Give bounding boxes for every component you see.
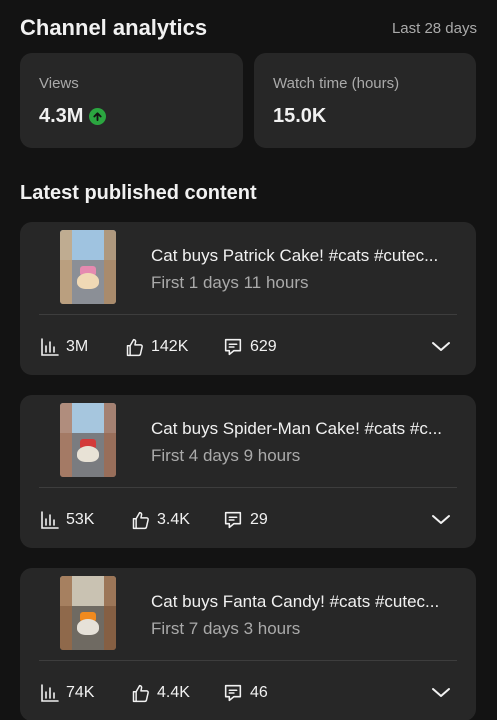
video-title[interactable]: Cat buys Fanta Candy! #cats #cutec... bbox=[151, 592, 461, 612]
views-count: 3M bbox=[66, 338, 89, 355]
video-card[interactable]: Cat buys Spider-Man Cake! #cats #c... Fi… bbox=[20, 395, 476, 548]
likes-metric: 142K bbox=[124, 336, 188, 358]
comment-icon bbox=[222, 509, 244, 531]
watch-time-value-row: 15.0K bbox=[273, 105, 326, 128]
video-thumbnail[interactable] bbox=[60, 230, 116, 304]
comments-count: 629 bbox=[250, 338, 277, 355]
likes-metric: 4.4K bbox=[130, 682, 190, 704]
watch-time-card[interactable]: Watch time (hours) 15.0K bbox=[254, 53, 476, 148]
chevron-down-icon[interactable] bbox=[430, 684, 452, 707]
comment-icon bbox=[222, 682, 244, 704]
date-range-label[interactable]: Last 28 days bbox=[392, 20, 477, 37]
video-age: First 7 days 3 hours bbox=[151, 619, 301, 638]
page-title: Channel analytics bbox=[20, 15, 208, 40]
thumbs-up-icon bbox=[130, 683, 151, 704]
chevron-down-icon[interactable] bbox=[430, 511, 452, 534]
divider bbox=[39, 660, 457, 661]
video-card[interactable]: Cat buys Patrick Cake! #cats #cutec... F… bbox=[20, 222, 476, 375]
likes-metric: 3.4K bbox=[130, 509, 190, 531]
comment-icon bbox=[222, 336, 244, 358]
bar-chart-icon bbox=[40, 510, 60, 530]
comments-metric: 629 bbox=[222, 336, 277, 358]
views-card[interactable]: Views 4.3M bbox=[20, 53, 243, 148]
views-metric: 3M bbox=[40, 336, 88, 358]
thumbs-up-icon bbox=[124, 337, 145, 358]
views-metric: 74K bbox=[40, 682, 94, 704]
video-title[interactable]: Cat buys Spider-Man Cake! #cats #c... bbox=[151, 419, 461, 439]
comments-count: 46 bbox=[250, 684, 268, 701]
comments-metric: 29 bbox=[222, 509, 268, 531]
likes-count: 3.4K bbox=[157, 511, 190, 528]
watch-time-label: Watch time (hours) bbox=[273, 75, 400, 92]
comments-count: 29 bbox=[250, 511, 268, 528]
divider bbox=[39, 314, 457, 315]
likes-count: 4.4K bbox=[157, 684, 190, 701]
video-thumbnail[interactable] bbox=[60, 403, 116, 477]
arrow-up-icon bbox=[89, 108, 107, 125]
views-count: 74K bbox=[66, 684, 95, 701]
thumbs-up-icon bbox=[130, 510, 151, 531]
video-thumbnail[interactable] bbox=[60, 576, 116, 650]
video-age: First 1 days 11 hours bbox=[151, 273, 309, 292]
analytics-header: Channel analytics Last 28 days bbox=[20, 12, 477, 44]
bar-chart-icon bbox=[40, 683, 60, 703]
section-title: Latest published content bbox=[20, 182, 257, 204]
bar-chart-icon bbox=[40, 337, 60, 357]
views-count: 53K bbox=[66, 511, 95, 528]
video-age: First 4 days 9 hours bbox=[151, 446, 301, 465]
watch-time-value: 15.0K bbox=[273, 105, 327, 127]
views-metric: 53K bbox=[40, 509, 94, 531]
video-title[interactable]: Cat buys Patrick Cake! #cats #cutec... bbox=[151, 246, 461, 266]
likes-count: 142K bbox=[151, 338, 189, 355]
views-value: 4.3M bbox=[39, 105, 84, 127]
video-card[interactable]: Cat buys Fanta Candy! #cats #cutec... Fi… bbox=[20, 568, 476, 720]
comments-metric: 46 bbox=[222, 682, 268, 704]
chevron-down-icon[interactable] bbox=[430, 338, 452, 361]
views-label: Views bbox=[39, 75, 79, 92]
divider bbox=[39, 487, 457, 488]
views-value-row: 4.3M bbox=[39, 105, 107, 128]
